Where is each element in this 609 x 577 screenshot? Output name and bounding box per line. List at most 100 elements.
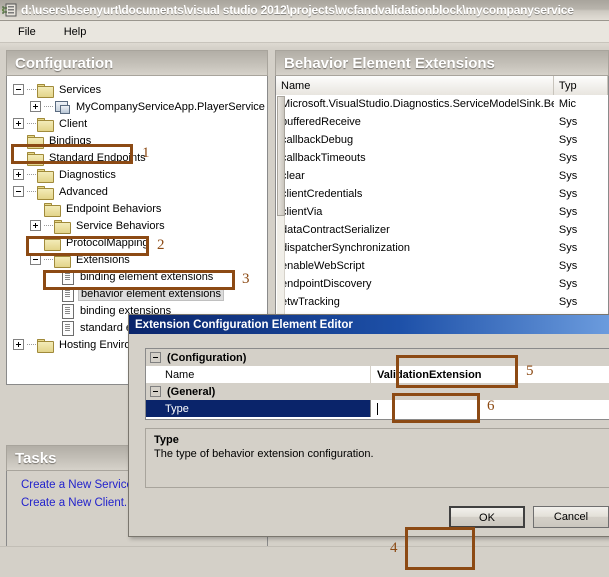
listview-row[interactable]: etwTrackingSys — [276, 293, 608, 311]
tree-indent-spacer — [47, 271, 61, 283]
listview-row[interactable]: dispatcherSynchronizationSys — [276, 239, 608, 257]
tree-item-diagnostics[interactable]: Diagnostics — [13, 166, 267, 183]
listview-row[interactable]: clientViaSys — [276, 203, 608, 221]
tree-item-service-behaviors[interactable]: Service Behaviors — [13, 217, 267, 234]
listview-cell-name: dispatcherSynchronization — [276, 242, 554, 254]
tree-item-protocolmapping[interactable]: ProtocolMapping — [13, 234, 267, 251]
menu-item-help-label: Help — [64, 26, 87, 38]
tree-indent-spacer — [13, 152, 27, 164]
application-window: d:\users\bsenyurt\documents\visual studi… — [0, 0, 609, 577]
listview-cell-type: Sys — [554, 134, 608, 146]
tree-item-extensions[interactable]: Extensions — [13, 251, 267, 268]
callout-number-4: 4 — [390, 540, 398, 557]
tree-guide-line — [27, 174, 36, 175]
tree-guide-line — [27, 123, 36, 124]
tree-guide-line — [44, 225, 53, 226]
tree-item-behavior-element-extensions[interactable]: behavior element extensions — [13, 285, 267, 302]
document-icon — [61, 270, 74, 284]
tree-item-endpoint-behaviors[interactable]: Endpoint Behaviors — [13, 200, 267, 217]
folder-icon — [37, 338, 53, 351]
property-category-collapse-icon[interactable] — [150, 386, 161, 397]
tasks-panel-title: Tasks — [15, 450, 56, 467]
listview-cell-name: enableWebScript — [276, 260, 554, 272]
tree-collapse-minus-icon[interactable] — [13, 186, 24, 197]
tree-item-services[interactable]: Services — [13, 81, 267, 98]
tree-expand-plus-icon[interactable] — [13, 339, 24, 350]
property-grid-property-row[interactable]: NameValidationExtension — [146, 366, 609, 383]
tree-expand-plus-icon[interactable] — [13, 169, 24, 180]
window-title: d:\users\bsenyurt\documents\visual studi… — [21, 3, 574, 17]
description-title: Type — [154, 434, 602, 446]
tree-item-label: binding element extensions — [78, 271, 215, 283]
tree-item-client[interactable]: Client — [13, 115, 267, 132]
cancel-button[interactable]: Cancel — [533, 506, 609, 528]
listview-column-headers: Name Typ — [276, 76, 608, 95]
listview-row[interactable]: clearSys — [276, 167, 608, 185]
listview-cell-type: Sys — [554, 296, 608, 308]
tree-item-mycompanyserviceapp-playerservice[interactable]: MyCompanyServiceApp.PlayerService — [13, 98, 267, 115]
property-grid-property-row[interactable]: Type — [146, 400, 609, 417]
service-icon — [54, 100, 70, 114]
tree-item-label: Advanced — [57, 186, 110, 198]
tree-item-label: ProtocolMapping — [64, 237, 151, 249]
tree-item-label: Extensions — [74, 254, 132, 266]
listview-cell-name: callbackTimeouts — [276, 152, 554, 164]
document-icon — [61, 287, 74, 301]
column-header-type[interactable]: Typ — [554, 76, 608, 95]
dialog-title-bar: Extension Configuration Element Editor — [129, 315, 609, 334]
tree-item-standard-endpoints[interactable]: Standard Endpoints — [13, 149, 267, 166]
listview-cell-name: callbackDebug — [276, 134, 554, 146]
listview-row[interactable]: Microsoft.VisualStudio.Diagnostics.Servi… — [276, 95, 608, 113]
folder-icon — [27, 134, 43, 147]
tree-collapse-minus-icon[interactable] — [30, 254, 41, 265]
behavior-panel-title: Behavior Element Extensions — [284, 55, 495, 72]
folder-icon — [54, 253, 70, 266]
menu-item-help[interactable]: Help — [54, 24, 97, 40]
listview-row[interactable]: endpointDiscoverySys — [276, 275, 608, 293]
folder-icon — [37, 185, 53, 198]
extension-configuration-element-editor-dialog: Extension Configuration Element Editor (… — [128, 314, 609, 537]
property-grid[interactable]: (Configuration) NameValidationExtension (G… — [145, 348, 609, 420]
listview-row[interactable]: callbackTimeoutsSys — [276, 149, 608, 167]
listview-cell-name: Microsoft.VisualStudio.Diagnostics.Servi… — [276, 98, 554, 110]
tree-expand-plus-icon[interactable] — [13, 118, 24, 129]
listview-row[interactable]: enableWebScriptSys — [276, 257, 608, 275]
property-category-collapse-icon[interactable] — [150, 352, 161, 363]
ok-button[interactable]: OK — [449, 506, 525, 528]
property-category-label: (General) — [165, 386, 374, 398]
scrollbar-thumb[interactable] — [277, 96, 285, 216]
tree-collapse-minus-icon[interactable] — [13, 84, 24, 95]
property-grid-category-row[interactable]: (General) — [146, 383, 609, 400]
name-value-field[interactable]: ValidationExtension — [370, 366, 609, 383]
document-icon — [61, 304, 74, 318]
tree-expand-plus-icon[interactable] — [30, 220, 41, 231]
tree-item-label: Endpoint Behaviors — [64, 203, 163, 215]
tree-guide-line — [44, 259, 53, 260]
tree-item-bindings[interactable]: Bindings — [13, 132, 267, 149]
listview-cell-name: clientCredentials — [276, 188, 554, 200]
tree-item-advanced[interactable]: Advanced — [13, 183, 267, 200]
listview-cell-name: endpointDiscovery — [276, 278, 554, 290]
listview-cell-type: Mic — [554, 98, 608, 110]
menubar-shadow — [0, 43, 609, 49]
folder-icon — [44, 236, 60, 249]
tree-item-binding-element-extensions[interactable]: binding element extensions — [13, 268, 267, 285]
property-grid-category-row[interactable]: (Configuration) — [146, 349, 609, 366]
title-bar: d:\users\bsenyurt\documents\visual studi… — [0, 0, 609, 21]
listview-row[interactable]: clientCredentialsSys — [276, 185, 608, 203]
tree-guide-line — [27, 89, 36, 90]
tree-expand-plus-icon[interactable] — [30, 101, 41, 112]
tree-item-label: Services — [57, 84, 103, 96]
callout-number-2: 2 — [157, 237, 165, 254]
column-header-name[interactable]: Name — [276, 76, 554, 95]
property-category-label: (Configuration) — [165, 352, 374, 364]
menu-item-file[interactable]: File — [8, 24, 46, 40]
tree-guide-line — [44, 106, 53, 107]
listview-row[interactable]: callbackDebugSys — [276, 131, 608, 149]
listview-row[interactable]: dataContractSerializerSys — [276, 221, 608, 239]
property-name-label: Name — [146, 369, 370, 381]
listview-cell-type: Sys — [554, 152, 608, 164]
listview-row[interactable]: bufferedReceiveSys — [276, 113, 608, 131]
folder-icon — [37, 117, 53, 130]
menu-bar: File Help — [0, 21, 609, 43]
